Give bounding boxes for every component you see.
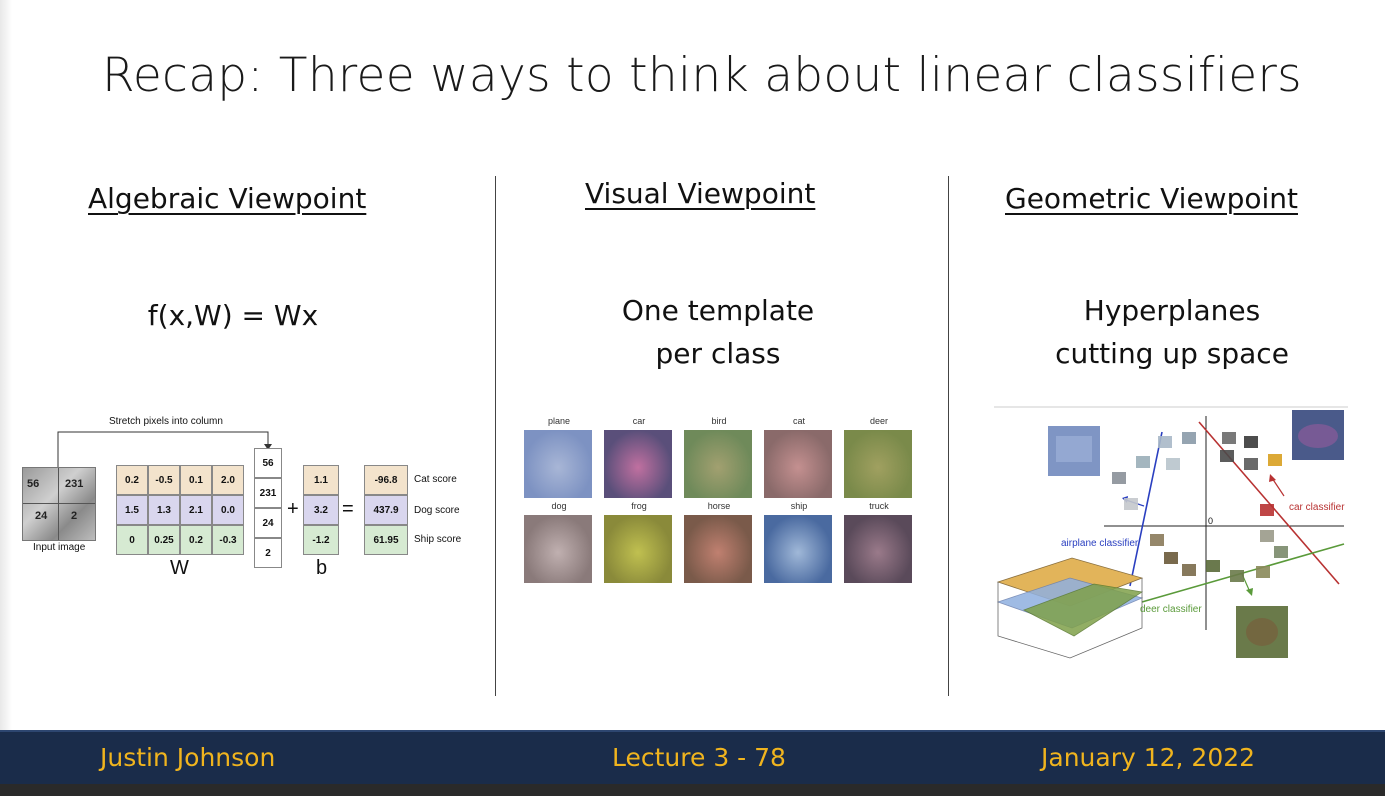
car-classifier-label: car classifier [1289, 502, 1345, 513]
bias-cell: 3.2 [303, 495, 339, 525]
input-image-pixel: 24 [35, 510, 48, 522]
template-label: ship [790, 501, 808, 511]
template-label: bird [711, 416, 727, 426]
template-label: dog [551, 501, 567, 511]
score-cell: -96.8 [364, 465, 408, 495]
template-image-horse [684, 515, 752, 583]
weight-cell: 0.2 [180, 525, 212, 555]
slide-left-edge [0, 0, 12, 730]
template-image-ship [764, 515, 832, 583]
footer-bottom-strip [0, 784, 1385, 796]
stretch-arrow [57, 431, 272, 470]
hyperplane-plot [994, 406, 1348, 659]
weight-cell: 2.0 [212, 465, 244, 495]
algebraic-formula: f(x,W) = Wx [147, 299, 319, 332]
footer-author: Justin Johnson [100, 743, 276, 772]
origin-label: 0 [1208, 516, 1214, 526]
weight-cell: -0.5 [148, 465, 180, 495]
geometric-line-1: Hyperplanes [1083, 294, 1261, 327]
template-label: cat [792, 416, 805, 426]
class-templates-grid: plane car bird cat deer dog frog horse ship truck [520, 416, 920, 586]
sample-points [1112, 432, 1288, 582]
template-image-car [604, 430, 672, 498]
template-image-dog [524, 515, 592, 583]
input-image-label: Input image [33, 542, 86, 553]
weight-cell: 1.5 [116, 495, 148, 525]
weight-cell: 0 [116, 525, 148, 555]
weight-matrix-label: W [170, 557, 189, 579]
score-label: Dog score [414, 505, 460, 516]
input-column-cell: 2 [254, 538, 282, 568]
template-image-frog [604, 515, 672, 583]
score-label: Ship score [414, 534, 462, 545]
visual-line-2: per class [655, 337, 781, 370]
template-image-truck [844, 515, 912, 583]
geometric-figure: 0 car classifier airplane classifier dee… [994, 406, 1348, 664]
bias-cell: 1.1 [303, 465, 339, 495]
equals-sign: = [342, 498, 354, 520]
template-label: car [632, 416, 646, 426]
template-label: frog [631, 501, 647, 511]
score-cell: 61.95 [364, 525, 408, 555]
column-divider-right [948, 176, 949, 696]
template-image-plane [524, 430, 592, 498]
geometric-subtitle: Hyperplanes cutting up space [1022, 289, 1322, 375]
score-cell: 437.9 [364, 495, 408, 525]
footer-date: January 12, 2022 [1041, 743, 1256, 772]
weight-cell: 1.3 [148, 495, 180, 525]
score-label: Cat score [414, 474, 457, 485]
template-image-bird [684, 430, 752, 498]
column-divider-left [495, 176, 496, 696]
template-image-cat [764, 430, 832, 498]
input-image-pixel: 56 [27, 478, 40, 490]
input-image-pixel: 231 [65, 478, 84, 490]
slide-footer: Justin Johnson Lecture 3 - 78 January 12… [0, 730, 1385, 796]
template-label: horse [707, 501, 731, 511]
input-column-cell: 24 [254, 508, 282, 538]
input-column-cell: 56 [254, 448, 282, 478]
weight-cell: 0.0 [212, 495, 244, 525]
bias-label: b [316, 557, 328, 579]
airplane-classifier-label: airplane classifier [1061, 538, 1139, 549]
visual-line-1: One template [621, 294, 815, 327]
template-label: deer [869, 416, 888, 426]
footer-lecture: Lecture 3 - 78 [612, 743, 786, 772]
visual-heading: Visual Viewpoint [585, 177, 816, 210]
template-label: plane [547, 416, 571, 426]
geometric-line-2: cutting up space [1055, 337, 1289, 370]
plus-sign: + [287, 498, 299, 520]
geometric-heading: Geometric Viewpoint [1005, 182, 1298, 215]
deer-classifier-label: deer classifier [1140, 604, 1202, 615]
input-image: 56 231 24 2 [22, 467, 96, 541]
algebraic-figure: Stretch pixels into column 56 231 24 2 I… [20, 410, 480, 590]
weight-cell: 0.2 [116, 465, 148, 495]
bias-cell: -1.2 [303, 525, 339, 555]
weight-cell: 2.1 [180, 495, 212, 525]
visual-subtitle: One template per class [568, 289, 868, 375]
weight-cell: -0.3 [212, 525, 244, 555]
weight-cell: 0.25 [148, 525, 180, 555]
input-column-cell: 231 [254, 478, 282, 508]
weight-cell: 0.1 [180, 465, 212, 495]
algebraic-heading: Algebraic Viewpoint [88, 182, 367, 215]
template-image-deer [844, 430, 912, 498]
slide-title: Recap: Three ways to think about linear … [102, 48, 1302, 103]
template-label: truck [869, 501, 889, 511]
input-image-pixel: 2 [71, 510, 78, 522]
